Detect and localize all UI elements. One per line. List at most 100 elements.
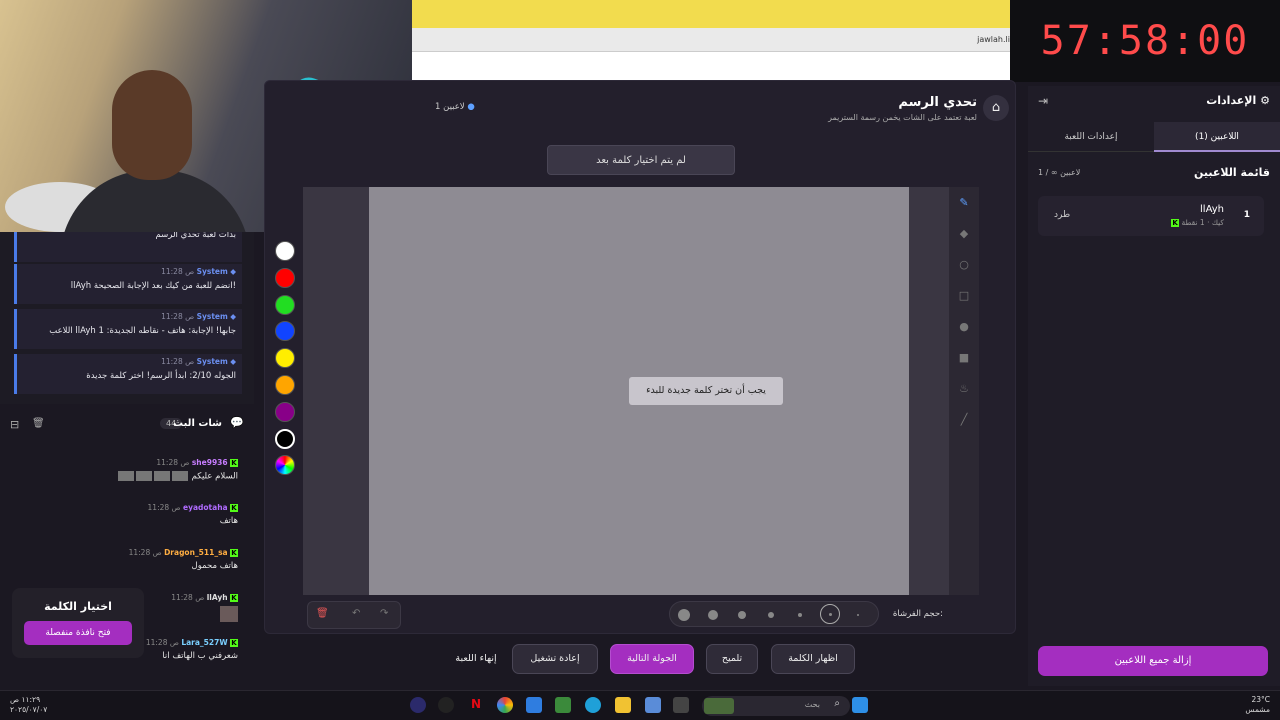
player-card: 1 llAyh K كيك · 1 نقطة طرد [1038, 196, 1264, 236]
chat-message: 11:28 ص llAyh K [171, 593, 238, 625]
pencil-icon[interactable]: ✎ [949, 187, 979, 218]
app-icon[interactable] [555, 697, 571, 713]
outlook-icon[interactable] [526, 697, 542, 713]
canvas-area: يجب أن تختر كلمة جديدة للبدء ✎ ◆ ○ □ ● ■… [303, 187, 979, 595]
game-panel: ⌂ تحدي الرسم لعبة تعتمد على الشات يخمن ر… [264, 80, 1016, 634]
color-swatch-green[interactable] [275, 294, 295, 315]
collapse-icon[interactable]: ⊟ [10, 418, 19, 431]
system-message: 11:28 ص System ◆ الجوله 2/10: ابدأ الرسم… [14, 354, 242, 394]
tools-toolbar: ✎ ◆ ○ □ ● ■ ♨ ╱ [949, 187, 979, 595]
folder-icon[interactable] [615, 697, 631, 713]
search-icon: ⌕ [834, 698, 840, 709]
square-icon[interactable]: □ [949, 280, 979, 311]
open-window-button[interactable]: فتح نافذة منفصلة [24, 621, 132, 645]
hint-button[interactable]: تلميح [706, 644, 758, 674]
kick-icon: K [230, 639, 238, 647]
search-highlight-image [704, 698, 734, 714]
kick-player-button[interactable]: طرد [1054, 210, 1070, 220]
tab-game-settings[interactable]: إعدادات اللعبة [1028, 122, 1154, 152]
filled-circle-icon[interactable]: ● [949, 311, 979, 342]
chat-message: 11:28 ص Dragon_511_sa K هاتف محمول [128, 548, 238, 571]
chat-message: 11:28 ص she9936 K السلام عليكم [117, 458, 238, 482]
color-picker-icon[interactable] [275, 455, 295, 476]
color-swatch-yellow[interactable] [275, 348, 295, 369]
brush-size-option[interactable] [857, 614, 859, 616]
pick-word-notice: يجب أن تختر كلمة جديدة للبدء [629, 377, 783, 405]
windows-taskbar: ١١:٢٩ ص ٢٠٢٥/٠٧/٠٧ N بحث ⌕ 23°C مشمس [0, 690, 1280, 720]
system-message: بدأت لعبة تحدي الرسم [14, 232, 242, 262]
player-rank: 1 [1243, 210, 1250, 220]
chat-bubble-icon: 💬 [230, 416, 244, 429]
line-icon[interactable]: ╱ [949, 404, 979, 435]
kick-icon: K [230, 504, 238, 512]
pick-word-title: اختيار الكلمة [44, 600, 112, 613]
system-chat-panel: بدأت لعبة تحدي الرسم 11:28 ص System ◆ ll… [0, 232, 254, 404]
emote-image [220, 606, 238, 622]
obs-icon[interactable] [410, 697, 426, 713]
end-game-button[interactable]: إنهاء اللعبة [426, 644, 526, 674]
settings-title: الإعدادات ⚙ [1206, 94, 1270, 107]
browser-url: jawlah.li [977, 35, 1010, 44]
edge-icon[interactable] [585, 697, 601, 713]
taskbar-search[interactable]: بحث ⌕ [702, 696, 850, 716]
player-name: llAyh [1200, 204, 1224, 215]
color-swatch-blue[interactable] [275, 321, 295, 342]
brush-size-option[interactable] [738, 611, 746, 619]
kick-icon: K [230, 459, 238, 467]
reveal-word-button[interactable]: اظهار الكلمة [771, 644, 855, 674]
color-swatch-purple[interactable] [275, 401, 295, 422]
collapse-panel-icon[interactable]: ⇥ [1038, 94, 1048, 108]
stream-timer: 57:58:00 [1010, 0, 1280, 82]
remove-all-players-button[interactable]: إزالة جميع اللاعبين [1038, 646, 1268, 676]
trash-icon[interactable]: 🗑 [32, 418, 45, 429]
kick-icon: K [1171, 219, 1180, 227]
system-message: 11:28 ص System ◆ اللاعب llAyh جابها! الإ… [14, 309, 242, 349]
game-title: تحدي الرسم [898, 95, 977, 110]
brush-size-option[interactable] [678, 609, 690, 621]
canvas-bottom-bar: 🗑 ↶ ↷ حجم الفرشاة: [303, 597, 979, 629]
chat-message: 11:28 ص eyadotaha K هاتف [147, 503, 238, 526]
terminal-icon[interactable] [673, 697, 689, 713]
app-icon[interactable] [438, 697, 454, 713]
netflix-icon[interactable]: N [468, 697, 484, 713]
drawing-canvas[interactable]: يجب أن تختر كلمة جديدة للبدء [369, 187, 909, 595]
brush-size-option[interactable] [798, 613, 802, 617]
clock[interactable]: ١١:٢٩ ص ٢٠٢٥/٠٧/٠٧ [10, 695, 47, 715]
settings-tabs: إعدادات اللعبة اللاعبين (1) [1028, 122, 1280, 152]
browser-address-bar[interactable]: jawlah.li [412, 28, 1010, 52]
system-message: 11:28 ص System ◆ llAyh انضم للعبة من كيك… [14, 264, 242, 304]
kick-icon: K [230, 549, 238, 557]
filled-square-icon[interactable]: ■ [949, 342, 979, 373]
word-status: لم يتم اختيار كلمة بعد [547, 145, 735, 175]
restart-button[interactable]: إعادة تشغيل [512, 644, 598, 674]
tab-players[interactable]: اللاعبين (1) [1154, 122, 1280, 152]
windows-start-icon[interactable] [852, 697, 868, 713]
color-swatch-white[interactable] [275, 241, 295, 261]
eraser-icon[interactable]: ◆ [949, 218, 979, 249]
search-placeholder: بحث [804, 700, 820, 709]
players-list-title: قائمة اللاعبين [1194, 166, 1270, 179]
webcam-person-head [112, 70, 192, 180]
settings-panel: ⇥ الإعدادات ⚙ إعدادات اللعبة اللاعبين (1… [1028, 86, 1280, 686]
color-swatch-orange[interactable] [275, 374, 295, 395]
redo-icon[interactable]: ↷ [380, 608, 388, 619]
brush-size-selected[interactable] [820, 604, 840, 624]
clear-icon[interactable]: 🗑 [316, 608, 329, 619]
fill-bucket-icon[interactable]: ♨ [949, 373, 979, 404]
kick-icon: K [230, 594, 238, 602]
color-swatch-red[interactable] [275, 267, 295, 288]
brush-size-selector [669, 601, 879, 627]
store-icon[interactable] [645, 697, 661, 713]
pick-word-card: اختيار الكلمة فتح نافذة منفصلة [12, 588, 144, 658]
players-list-count: 1 / ∞ لاعبين [1038, 168, 1081, 177]
next-round-button[interactable]: الجولة التالية [610, 644, 694, 674]
chrome-icon[interactable] [497, 697, 513, 713]
circle-icon[interactable]: ○ [949, 249, 979, 280]
brush-size-option[interactable] [768, 612, 774, 618]
player-meta: K كيك · 1 نقطة [1171, 218, 1224, 227]
undo-icon[interactable]: ↶ [352, 608, 360, 619]
home-icon[interactable]: ⌂ [983, 95, 1009, 121]
brush-size-option[interactable] [708, 610, 718, 620]
color-swatch-black[interactable] [275, 428, 295, 449]
weather-widget[interactable]: 23°C مشمس [1245, 695, 1270, 715]
